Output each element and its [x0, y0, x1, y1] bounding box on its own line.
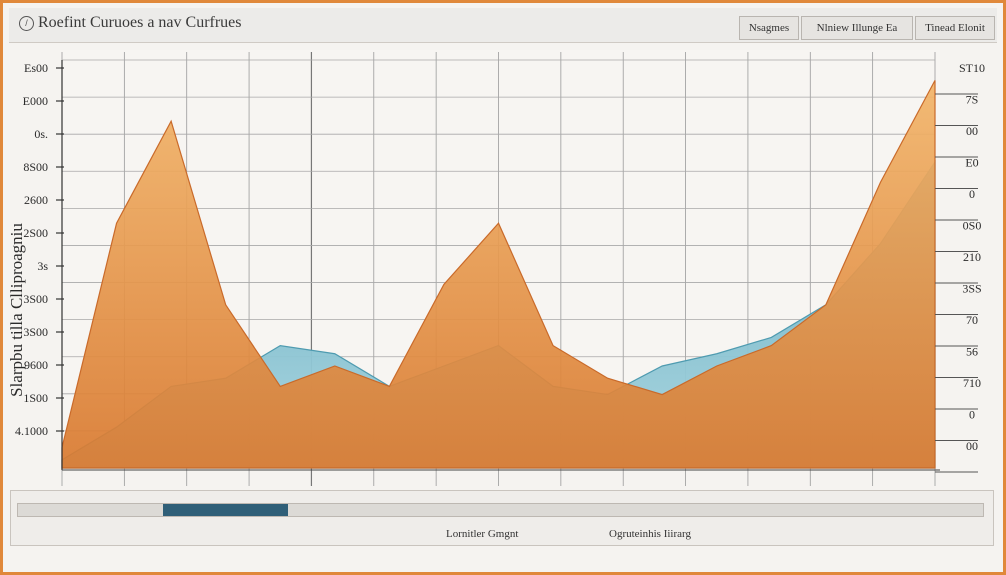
right-tick-labels: ST107S00E000S02103SS7056710000 [935, 61, 985, 473]
left-tick-label: 4.1000 [15, 424, 48, 438]
area-chart: Slarpbu tilla Clliproagniu Es00E0000s.8S… [7, 50, 985, 530]
right-tick-label: 56 [966, 345, 978, 359]
left-tick-label: 9600 [24, 358, 48, 372]
left-tick-label: E000 [23, 94, 48, 108]
left-tick-label: 1S00 [23, 391, 48, 405]
left-tick-label: 2600 [24, 193, 48, 207]
footer-panel: Lornitler Gmgnt Ogruteinhis Iiirarg [10, 490, 994, 546]
range-slider-handle[interactable] [163, 504, 288, 516]
footer-label-right: Ogruteinhis Iiirarg [609, 528, 691, 540]
left-tick-label: 3S00 [23, 325, 48, 339]
range-slider-track[interactable] [17, 503, 984, 517]
left-tick-label: 0s. [34, 127, 48, 141]
right-tick-label: ST10 [959, 61, 985, 75]
right-tick-label: 710 [963, 376, 981, 390]
left-tick-label: 8S00 [23, 160, 48, 174]
right-tick-label: 0 [969, 187, 975, 201]
right-tick-label: 00 [966, 439, 978, 453]
right-tick-label: 00 [966, 124, 978, 138]
right-tick-label: 7S [966, 93, 979, 107]
right-tick-label: 0S0 [963, 219, 982, 233]
right-tick-label: 3SS [962, 282, 981, 296]
left-tick-label: 3S00 [23, 292, 48, 306]
right-tick-label: 210 [963, 250, 981, 264]
right-tick-label: 0 [969, 408, 975, 422]
left-tick-label: 3s [37, 259, 48, 273]
right-tick-label: 70 [966, 313, 978, 327]
right-tick-label: E0 [965, 156, 978, 170]
left-tick-label: Es00 [24, 61, 48, 75]
left-tick-label: 2S00 [23, 226, 48, 240]
footer-label-left: Lornitler Gmgnt [446, 528, 519, 540]
